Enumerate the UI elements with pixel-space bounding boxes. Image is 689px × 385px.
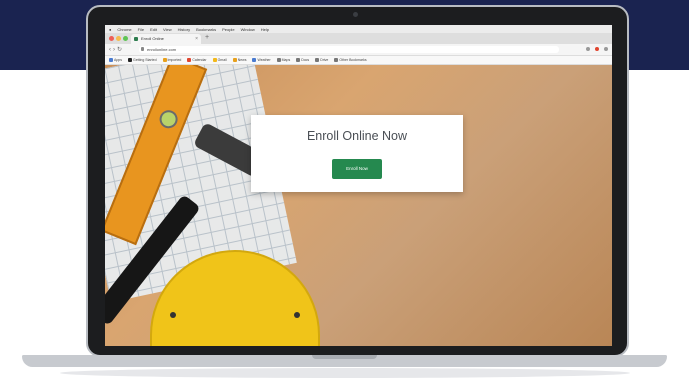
close-window-icon[interactable] bbox=[109, 36, 114, 41]
enroll-now-button[interactable]: Enroll Now bbox=[332, 159, 382, 179]
bookmark-item[interactable]: Drive bbox=[315, 58, 328, 62]
menu-item-view[interactable]: View bbox=[163, 27, 172, 32]
bookmark-icon bbox=[212, 58, 217, 62]
bookmark-label: Weather bbox=[257, 58, 271, 62]
menu-item-people[interactable]: People bbox=[222, 27, 234, 32]
reload-icon[interactable]: ↻ bbox=[117, 47, 124, 53]
toolbar-icons bbox=[586, 47, 608, 51]
maximize-window-icon[interactable] bbox=[123, 36, 128, 41]
nav-buttons: ‹›↻ bbox=[109, 46, 124, 53]
bookmark-item[interactable]: Apps bbox=[109, 58, 122, 62]
rivet-icon bbox=[294, 312, 300, 318]
bookmark-item[interactable]: Docs bbox=[296, 58, 309, 62]
enroll-card: Enroll Online Now Enroll Now bbox=[251, 115, 463, 192]
bookmark-icon bbox=[296, 58, 301, 62]
bookmark-item[interactable]: Other Bookmarks bbox=[334, 58, 367, 62]
bookmark-item[interactable]: Getting Started bbox=[127, 58, 157, 62]
rivet-icon bbox=[170, 312, 176, 318]
laptop-screen-frame: ● Chrome File Edit View History Bookmark… bbox=[86, 5, 629, 357]
bookmark-icon bbox=[334, 58, 339, 62]
bookmark-label: Maps bbox=[281, 58, 291, 62]
bookmark-icon bbox=[232, 58, 237, 62]
bookmark-item[interactable]: Weather bbox=[252, 58, 271, 62]
bookmark-label: Other Bookmarks bbox=[339, 58, 367, 62]
bookmark-icon bbox=[127, 58, 132, 62]
bookmark-item[interactable]: Imported bbox=[162, 58, 182, 62]
bookmark-icon bbox=[109, 58, 113, 62]
laptop-shadow bbox=[60, 368, 630, 378]
address-toolbar: ‹›↻ enrollonline.com bbox=[105, 44, 612, 56]
bookmark-label: Calendar bbox=[192, 58, 207, 62]
menu-item-bookmarks[interactable]: Bookmarks bbox=[196, 27, 216, 32]
laptop-base bbox=[22, 355, 667, 367]
menu-item-file[interactable]: File bbox=[138, 27, 144, 32]
menu-item-history[interactable]: History bbox=[178, 27, 190, 32]
window-controls bbox=[109, 36, 128, 41]
url-input[interactable]: enrollonline.com bbox=[139, 46, 559, 53]
tab-enroll-online[interactable]: Enroll Online × bbox=[131, 34, 201, 44]
bookmark-label: Getting Started bbox=[132, 58, 157, 62]
bookmark-icon bbox=[187, 58, 192, 62]
bookmark-icon bbox=[252, 58, 257, 62]
menu-item-edit[interactable]: Edit bbox=[150, 27, 157, 32]
url-text: enrollonline.com bbox=[147, 47, 177, 52]
bookmarks-bar: Apps Getting Started Imported Calendar Gmail… bbox=[105, 56, 612, 65]
bookmark-item[interactable]: Maps bbox=[276, 58, 291, 62]
bookmark-icon bbox=[162, 58, 167, 62]
bookmark-item[interactable]: News bbox=[232, 58, 247, 62]
hero-image: Enroll Online Now Enroll Now bbox=[105, 65, 612, 346]
close-tab-icon[interactable]: × bbox=[195, 34, 198, 44]
level-bubble-image bbox=[156, 107, 181, 131]
bookmark-label: News bbox=[237, 58, 247, 62]
bookmark-item[interactable]: Calendar bbox=[187, 58, 207, 62]
minimize-window-icon[interactable] bbox=[116, 36, 121, 41]
bookmark-icon bbox=[315, 58, 320, 62]
bookmark-label: Drive bbox=[320, 58, 329, 62]
new-tab-icon[interactable]: + bbox=[205, 34, 209, 41]
lock-icon bbox=[141, 47, 144, 51]
bookmark-label: Imported bbox=[167, 58, 182, 62]
apple-menu-icon[interactable]: ● bbox=[109, 27, 111, 32]
star-icon[interactable] bbox=[586, 47, 590, 51]
tab-bar: Enroll Online × + bbox=[105, 33, 612, 44]
browser-window: ● Chrome File Edit View History Bookmark… bbox=[105, 25, 612, 346]
menu-item-help[interactable]: Help bbox=[261, 27, 269, 32]
bookmark-item[interactable]: Gmail bbox=[212, 58, 227, 62]
os-menubar: ● Chrome File Edit View History Bookmark… bbox=[105, 25, 612, 33]
tab-title: Enroll Online bbox=[141, 36, 164, 41]
enroll-title: Enroll Online Now bbox=[306, 129, 408, 143]
favicon-icon bbox=[134, 37, 138, 41]
menu-item-chrome[interactable]: Chrome bbox=[117, 27, 131, 32]
menu-item-window[interactable]: Window bbox=[241, 27, 255, 32]
menu-icon[interactable] bbox=[604, 47, 608, 51]
camera-icon bbox=[353, 12, 358, 17]
bookmark-label: Apps bbox=[114, 58, 122, 62]
base-notch bbox=[312, 355, 377, 359]
bookmark-icon bbox=[276, 58, 281, 62]
extension-icon[interactable] bbox=[595, 47, 599, 51]
bookmark-label: Gmail bbox=[217, 58, 227, 62]
bookmark-label: Docs bbox=[301, 58, 310, 62]
